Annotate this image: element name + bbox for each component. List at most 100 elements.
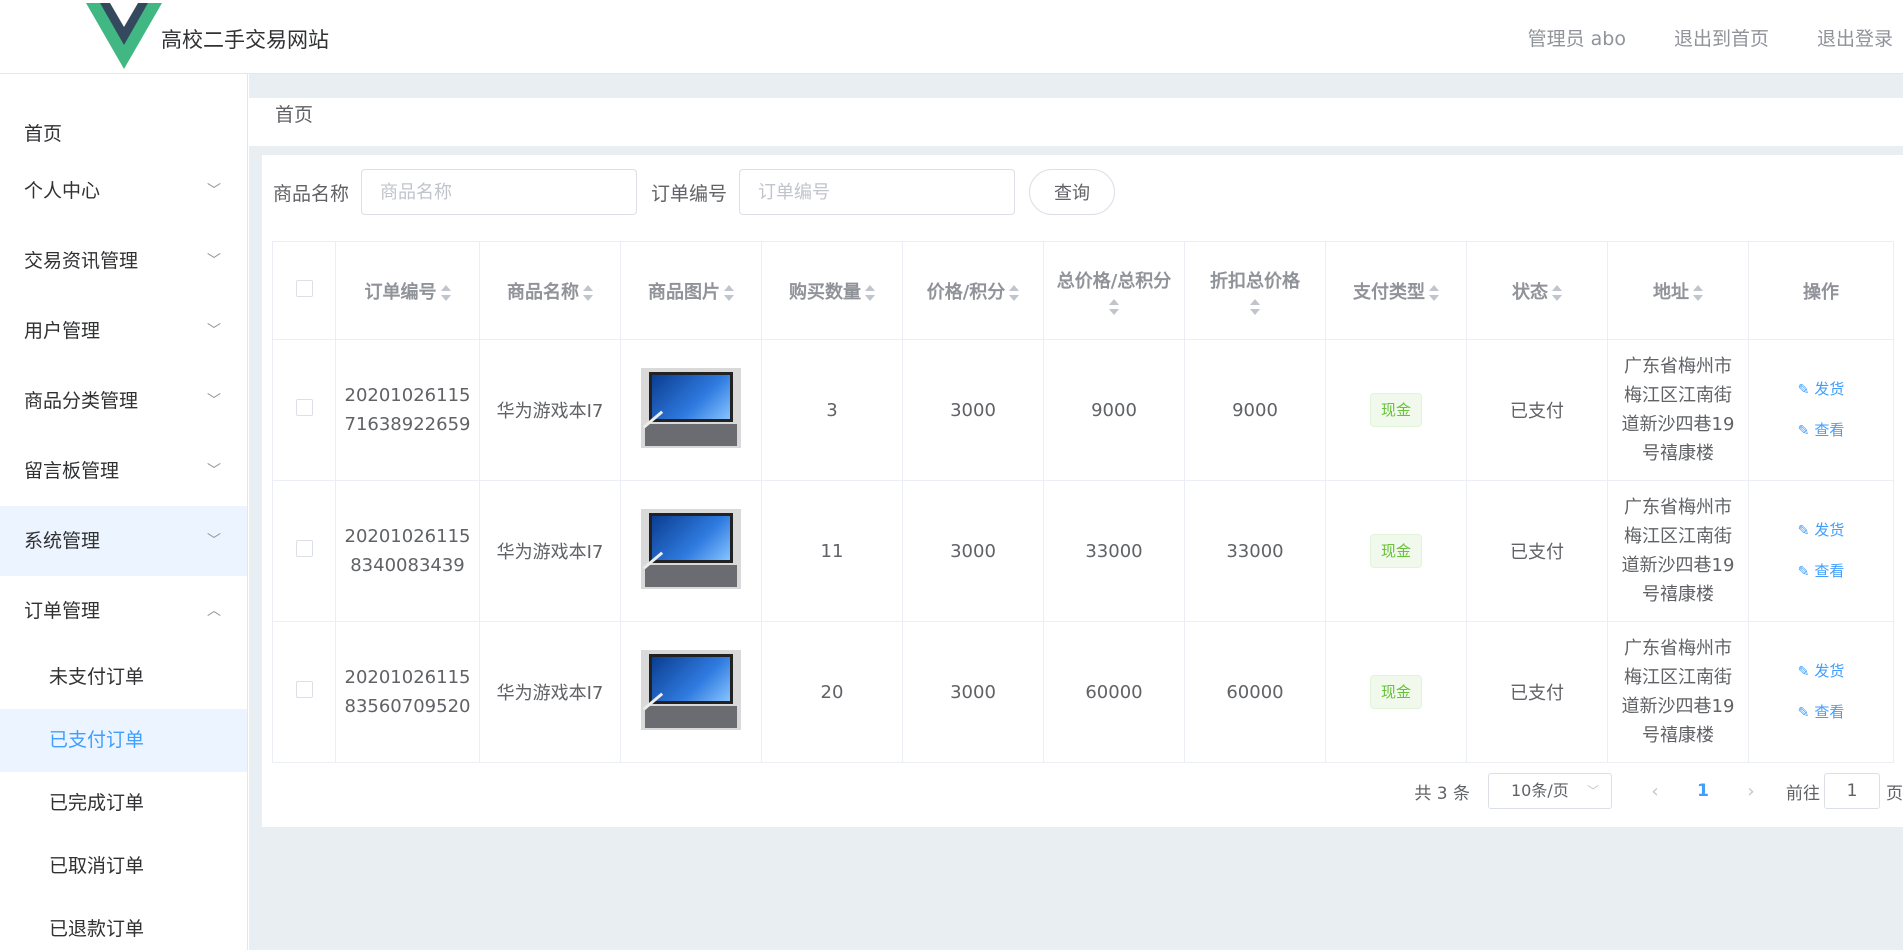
next-page-icon[interactable]: › xyxy=(1736,781,1766,802)
total-cell: 33000 xyxy=(1043,480,1185,622)
laptop-image[interactable] xyxy=(641,508,741,589)
edit-icon: ✎ xyxy=(1797,564,1810,580)
sort-icon[interactable] xyxy=(440,284,451,301)
view-button[interactable]: ✎ 查看 xyxy=(1749,692,1893,733)
address-line: 号禧康楼 xyxy=(1642,725,1714,746)
col-address[interactable]: 地址 xyxy=(1607,241,1749,340)
breadcrumb: 首页 xyxy=(249,98,1903,146)
discount-cell: 9000 xyxy=(1184,339,1326,481)
chevron-down-icon: ﹀ xyxy=(207,393,221,409)
sort-icon[interactable] xyxy=(583,284,593,301)
sidebar-item-personal-center[interactable]: 个人中心 ﹀ xyxy=(0,156,247,226)
col-label: 状态 xyxy=(1512,281,1548,303)
quantity-cell: 3 xyxy=(761,339,903,481)
address-line: 道新沙四巷19 xyxy=(1621,414,1735,435)
row-checkbox[interactable] xyxy=(295,399,313,416)
sidebar-subitem-cancelled[interactable]: 已取消订单 xyxy=(0,835,247,898)
status-cell: 已支付 xyxy=(1466,339,1608,481)
chevron-down-icon: ﹀ xyxy=(207,253,221,269)
search-bar: 商品名称 订单编号 查询 xyxy=(273,169,1116,215)
sidebar-item-label: 用户管理 xyxy=(24,320,101,342)
col-price[interactable]: 价格/积分 xyxy=(902,241,1044,340)
sidebar-item-orders[interactable]: 订单管理 ︿ xyxy=(0,576,247,646)
address-cell: 广东省梅州市 梅江区江南街 道新沙四巷19 号禧康楼 xyxy=(1607,339,1749,481)
sidebar-item-categories[interactable]: 商品分类管理 ﹀ xyxy=(0,366,247,436)
sort-icon[interactable] xyxy=(1693,284,1703,301)
col-label: 价格/积分 xyxy=(926,281,1006,303)
chevron-down-icon: ﹀ xyxy=(207,323,221,339)
chevron-down-icon: ﹀ xyxy=(207,533,221,549)
sidebar: 首页 个人中心 ﹀ 交易资讯管理 ﹀ 用户管理 ﹀ 商品分类管理 ﹀ 留言板管理 ﹀ 系统… xyxy=(0,74,248,950)
back-to-home-link[interactable]: 退出到首页 xyxy=(1674,24,1769,51)
chevron-down-icon: ﹀ xyxy=(207,463,221,479)
sidebar-item-label: 订单管理 xyxy=(24,600,101,622)
logout-link[interactable]: 退出登录 xyxy=(1817,24,1893,51)
sidebar-item-system[interactable]: 系统管理 ﹀ xyxy=(0,506,247,576)
sort-icon[interactable] xyxy=(1429,284,1439,301)
breadcrumb-home[interactable]: 首页 xyxy=(275,104,313,126)
quantity-cell: 11 xyxy=(761,480,903,622)
sort-icon[interactable] xyxy=(1552,284,1562,301)
order-no-input[interactable] xyxy=(739,169,1016,215)
address-line: 广东省梅州市 xyxy=(1624,497,1732,518)
sort-icon[interactable] xyxy=(865,284,875,301)
col-order-no[interactable]: 订单编号 xyxy=(335,241,480,340)
col-total[interactable]: 总价格/总积分 xyxy=(1043,241,1185,340)
prev-page-icon[interactable]: ‹ xyxy=(1640,781,1670,802)
col-product-name[interactable]: 商品名称 xyxy=(479,241,621,340)
view-button[interactable]: ✎ 查看 xyxy=(1749,410,1893,451)
page-number[interactable]: 1 xyxy=(1670,781,1736,801)
sort-icon[interactable] xyxy=(1109,298,1119,315)
address-line: 广东省梅州市 xyxy=(1624,356,1732,377)
sort-icon[interactable] xyxy=(724,284,734,301)
goto-page-input[interactable] xyxy=(1824,773,1880,809)
search-button[interactable]: 查询 xyxy=(1029,169,1116,215)
col-discount-total[interactable]: 折扣总价格 xyxy=(1184,241,1326,340)
order-no-part: 71638922659 xyxy=(344,414,471,435)
discount-cell: 33000 xyxy=(1184,480,1326,622)
row-checkbox[interactable] xyxy=(295,681,313,698)
col-status[interactable]: 状态 xyxy=(1466,241,1608,340)
laptop-image[interactable] xyxy=(641,649,741,730)
product-name-input[interactable] xyxy=(361,169,638,215)
table-row: 20201026115 83560709520 华为游戏本I7 20 3000 6… xyxy=(272,621,1894,763)
sidebar-subitem-unpaid[interactable]: 未支付订单 xyxy=(0,646,247,709)
pay-type-cell: 现金 xyxy=(1325,480,1467,622)
discount-cell: 60000 xyxy=(1184,621,1326,763)
ship-button[interactable]: ✎ 发货 xyxy=(1749,369,1893,410)
laptop-image[interactable] xyxy=(641,367,741,448)
sort-icon[interactable] xyxy=(1250,298,1260,315)
product-image-cell xyxy=(620,339,762,481)
product-name-label: 商品名称 xyxy=(273,182,350,205)
sidebar-item-label: 商品分类管理 xyxy=(24,390,139,412)
col-product-image[interactable]: 商品图片 xyxy=(620,241,762,340)
sort-icon[interactable] xyxy=(1009,284,1020,301)
sidebar-item-news[interactable]: 交易资讯管理 ﹀ xyxy=(0,226,247,296)
order-no-cell: 20201026115 71638922659 xyxy=(335,339,480,481)
actions-cell: ✎ 发货 ✎ 查看 xyxy=(1748,621,1894,763)
col-actions: 操作 xyxy=(1748,241,1894,340)
sidebar-item-users[interactable]: 用户管理 ﹀ xyxy=(0,296,247,366)
quantity-cell: 20 xyxy=(761,621,903,763)
col-pay-type[interactable]: 支付类型 xyxy=(1325,241,1467,340)
ship-button[interactable]: ✎ 发货 xyxy=(1749,510,1893,551)
price-cell: 3000 xyxy=(902,480,1044,622)
order-no-part: 20201026115 xyxy=(344,667,471,688)
sidebar-subitem-refunded[interactable]: 已退款订单 xyxy=(0,898,247,950)
select-all-checkbox[interactable] xyxy=(295,279,313,297)
ship-button[interactable]: ✎ 发货 xyxy=(1749,651,1893,692)
row-checkbox[interactable] xyxy=(295,540,313,557)
page-size-select[interactable]: 10条/页 ﹀ xyxy=(1488,773,1612,809)
sidebar-item-message-board[interactable]: 留言板管理 ﹀ xyxy=(0,436,247,506)
sidebar-item-label: 首页 xyxy=(24,123,63,145)
sidebar-subitem-paid[interactable]: 已支付订单 xyxy=(0,709,247,772)
goto-label: 前往 xyxy=(1786,783,1820,804)
col-label: 商品图片 xyxy=(648,281,720,303)
col-quantity[interactable]: 购买数量 xyxy=(761,241,903,340)
sidebar-subitem-completed[interactable]: 已完成订单 xyxy=(0,772,247,835)
main-content: 首页 商品名称 订单编号 查询 订单编号 商品名称 商品图片 购买数量 xyxy=(249,74,1903,950)
admin-user-link[interactable]: 管理员 abo xyxy=(1528,24,1626,51)
header-links: 管理员 abo 退出到首页 退出登录 xyxy=(1528,24,1893,51)
sidebar-item-home[interactable]: 首页 xyxy=(0,74,247,156)
view-button[interactable]: ✎ 查看 xyxy=(1749,551,1893,592)
